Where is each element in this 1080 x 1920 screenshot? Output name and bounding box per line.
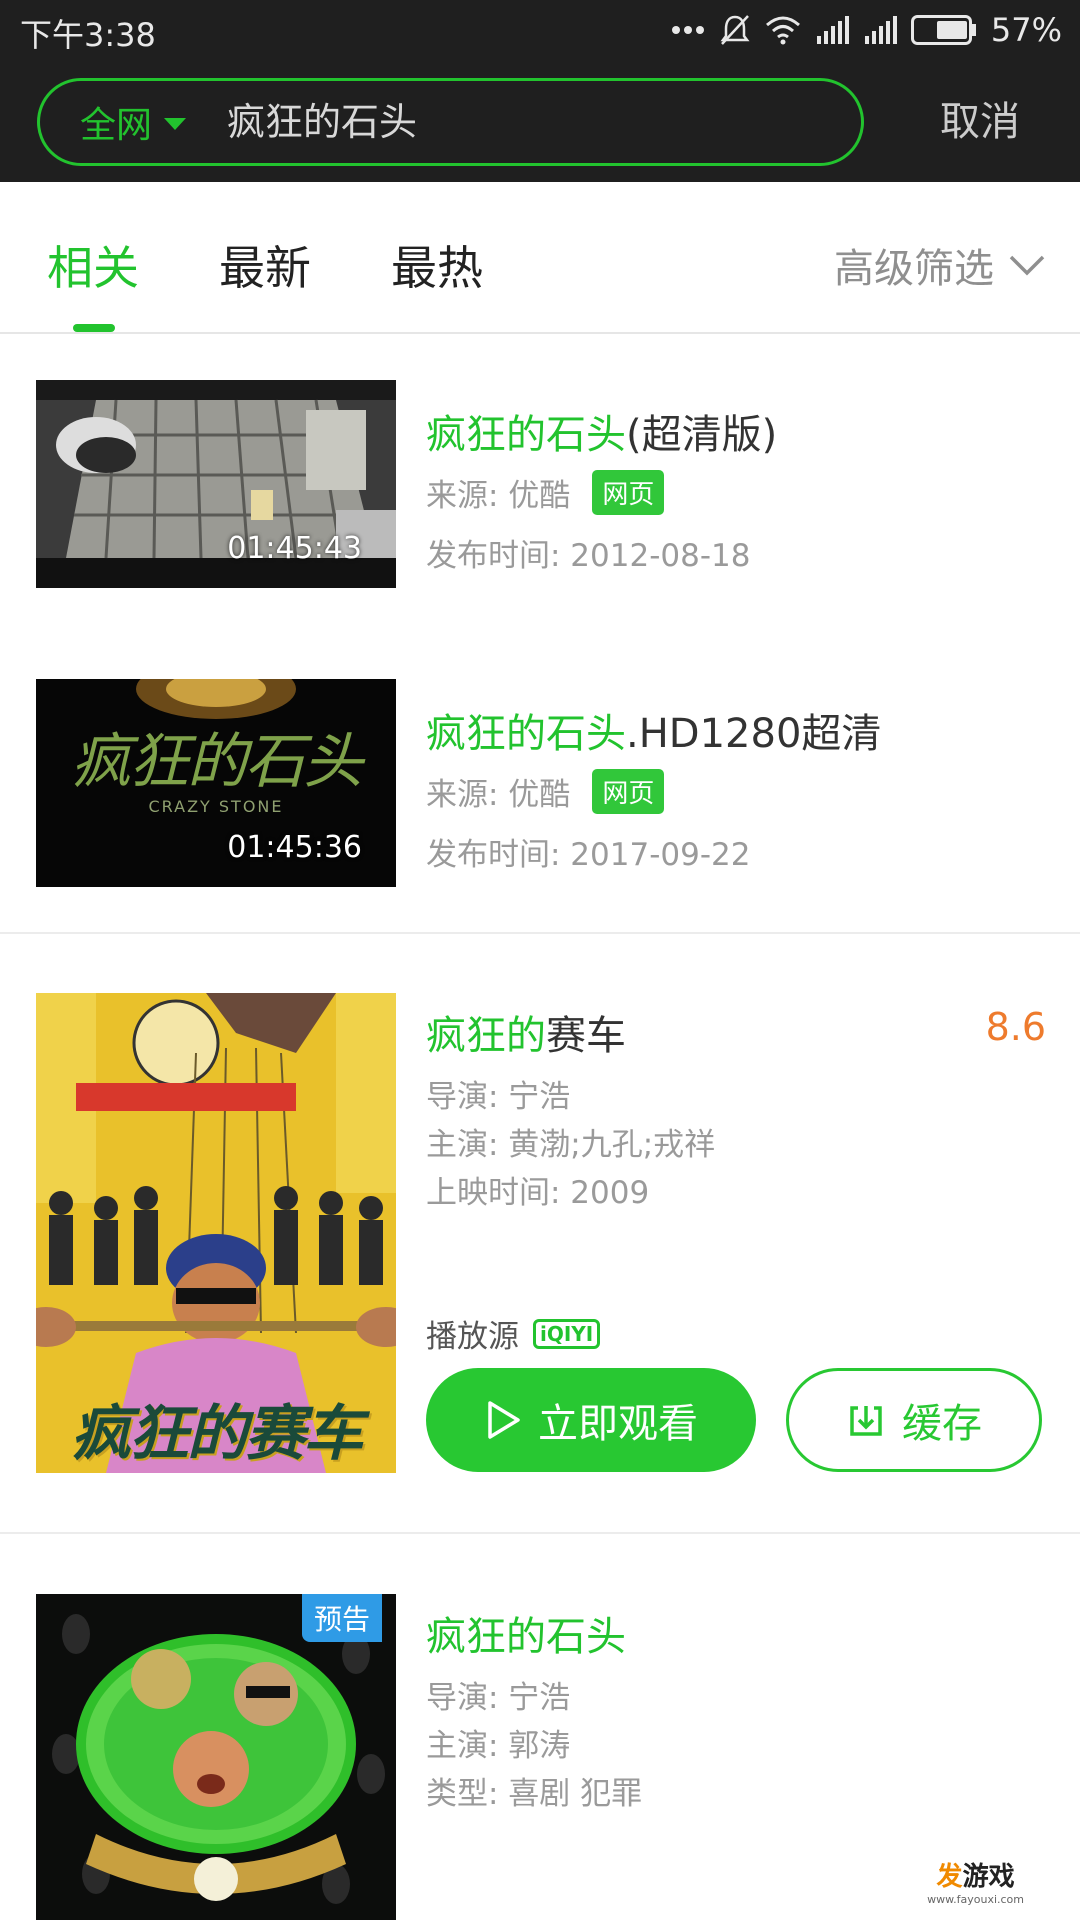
cache-label: 缓存 xyxy=(902,1401,982,1447)
search-header: 全网 疯狂的石头 取消 xyxy=(0,62,1080,182)
thumbnail-subtitle-art: CRAZY STONE xyxy=(148,797,284,816)
site-watermark: 发游戏 www.fayouxi.com xyxy=(927,1856,1024,1906)
watermark-logo: 发游戏 xyxy=(936,1862,1015,1892)
movie-poster[interactable]: 预告 xyxy=(36,1594,396,1920)
trailer-badge: 预告 xyxy=(301,1594,382,1642)
result-source: 来源: 优酷 网页 xyxy=(426,769,665,814)
title-highlight: 疯狂的石头 xyxy=(426,412,626,458)
video-duration: 01:45:43 xyxy=(227,531,362,566)
tab-latest[interactable]: 最新 xyxy=(219,232,311,298)
title-highlight: 疯狂的石头 xyxy=(426,711,626,757)
more-dots-icon xyxy=(671,25,705,35)
source-text: 来源: 优酷 xyxy=(426,777,571,813)
title-rest: 赛车 xyxy=(546,1013,626,1059)
director: 导演: 宁浩 xyxy=(426,1079,571,1115)
section-divider xyxy=(0,932,1080,934)
download-icon xyxy=(850,1406,882,1436)
web-badge: 网页 xyxy=(592,470,665,515)
title-rest: (超清版) xyxy=(626,412,778,458)
video-duration: 01:45:36 xyxy=(227,830,362,865)
publish-date: 发布时间: 2017-09-22 xyxy=(426,837,751,873)
active-tab-indicator xyxy=(73,324,115,332)
result-title[interactable]: 疯狂的赛车 xyxy=(426,1003,626,1061)
search-scope-label: 全网 xyxy=(80,105,153,146)
play-source: 播放源 iQIYI xyxy=(426,1311,601,1356)
result-title[interactable]: 疯狂的石头(超清版) xyxy=(426,402,777,460)
video-thumbnail[interactable]: 01:45:43 xyxy=(36,380,396,588)
result-title[interactable]: 疯狂的石头 xyxy=(426,1604,626,1662)
watch-now-label: 立即观看 xyxy=(538,1401,698,1447)
status-time: 下午3:38 xyxy=(20,16,156,54)
status-icons: 57% xyxy=(671,8,1062,52)
thumbnail-title-art: 疯狂的石头 xyxy=(71,727,363,797)
cast: 主演: 郭涛 xyxy=(426,1728,571,1764)
director: 导演: 宁浩 xyxy=(426,1680,571,1716)
wifi-icon xyxy=(765,15,801,45)
section-divider xyxy=(0,1532,1080,1534)
battery-icon xyxy=(910,15,977,45)
result-title[interactable]: 疯狂的石头.HD1280超清 xyxy=(426,701,881,759)
release-date: 上映时间: 2009 xyxy=(426,1175,650,1211)
play-icon xyxy=(488,1401,520,1439)
battery-percent: 57% xyxy=(990,11,1062,49)
iqiyi-logo-icon: iQIYI xyxy=(533,1318,601,1349)
result-source: 来源: 优酷 网页 xyxy=(426,470,665,515)
result-item[interactable]: 疯狂的石头 CRAZY STONE 01:45:36 疯狂的石头.HD1280超… xyxy=(0,679,1080,889)
signal-icon xyxy=(863,16,897,44)
video-thumbnail[interactable]: 疯狂的石头 CRAZY STONE 01:45:36 xyxy=(36,679,396,887)
watermark-url: www.fayouxi.com xyxy=(927,1893,1024,1906)
play-source-label: 播放源 xyxy=(426,1319,519,1355)
search-scope-dropdown[interactable]: 全网 xyxy=(80,81,187,163)
advanced-filter-label: 高级筛选 xyxy=(834,246,994,292)
title-rest: .HD1280超清 xyxy=(626,711,882,757)
movie-card[interactable]: 预告 疯狂的石头 导演: 宁浩 主演: 郭涛 类型: 喜剧 犯罪 xyxy=(0,1594,1080,1920)
title-highlight: 疯狂的 xyxy=(426,1013,546,1059)
result-item[interactable]: 01:45:43 疯狂的石头(超清版) 来源: 优酷 网页 发布时间: 2012… xyxy=(0,380,1080,590)
source-text: 来源: 优酷 xyxy=(426,478,571,514)
cancel-button[interactable]: 取消 xyxy=(940,62,1020,182)
mute-bell-icon xyxy=(719,13,751,47)
search-box[interactable]: 全网 疯狂的石头 xyxy=(37,78,864,166)
web-badge: 网页 xyxy=(592,769,665,814)
publish-date: 发布时间: 2012-08-18 xyxy=(426,538,751,574)
tab-bar: 相关 最新 最热 高级筛选 xyxy=(0,182,1080,334)
movie-card[interactable]: 疯狂的赛车 疯狂的赛车 8.6 导演: 宁浩 主演: 黄渤;九孔;戎祥 上映时间… xyxy=(0,993,1080,1473)
caret-down-icon xyxy=(164,118,187,130)
chevron-down-icon xyxy=(1009,255,1045,276)
tab-related[interactable]: 相关 xyxy=(47,232,139,298)
tab-hottest[interactable]: 最热 xyxy=(391,232,483,298)
status-bar: 下午3:38 57% xyxy=(0,0,1080,62)
cast: 主演: 黄渤;九孔;戎祥 xyxy=(426,1127,716,1163)
poster-title-art: 疯狂的赛车 xyxy=(71,1399,363,1469)
rating-score: 8.6 xyxy=(985,1005,1046,1049)
movie-poster[interactable]: 疯狂的赛车 xyxy=(36,993,396,1473)
genre: 类型: 喜剧 犯罪 xyxy=(426,1776,643,1812)
search-input[interactable]: 疯狂的石头 xyxy=(227,81,417,163)
advanced-filter-button[interactable]: 高级筛选 xyxy=(834,236,1046,294)
cache-button[interactable]: 缓存 xyxy=(786,1368,1042,1472)
watch-now-button[interactable]: 立即观看 xyxy=(426,1368,756,1472)
title-highlight: 疯狂的石头 xyxy=(426,1614,626,1660)
signal-icon xyxy=(815,16,849,44)
